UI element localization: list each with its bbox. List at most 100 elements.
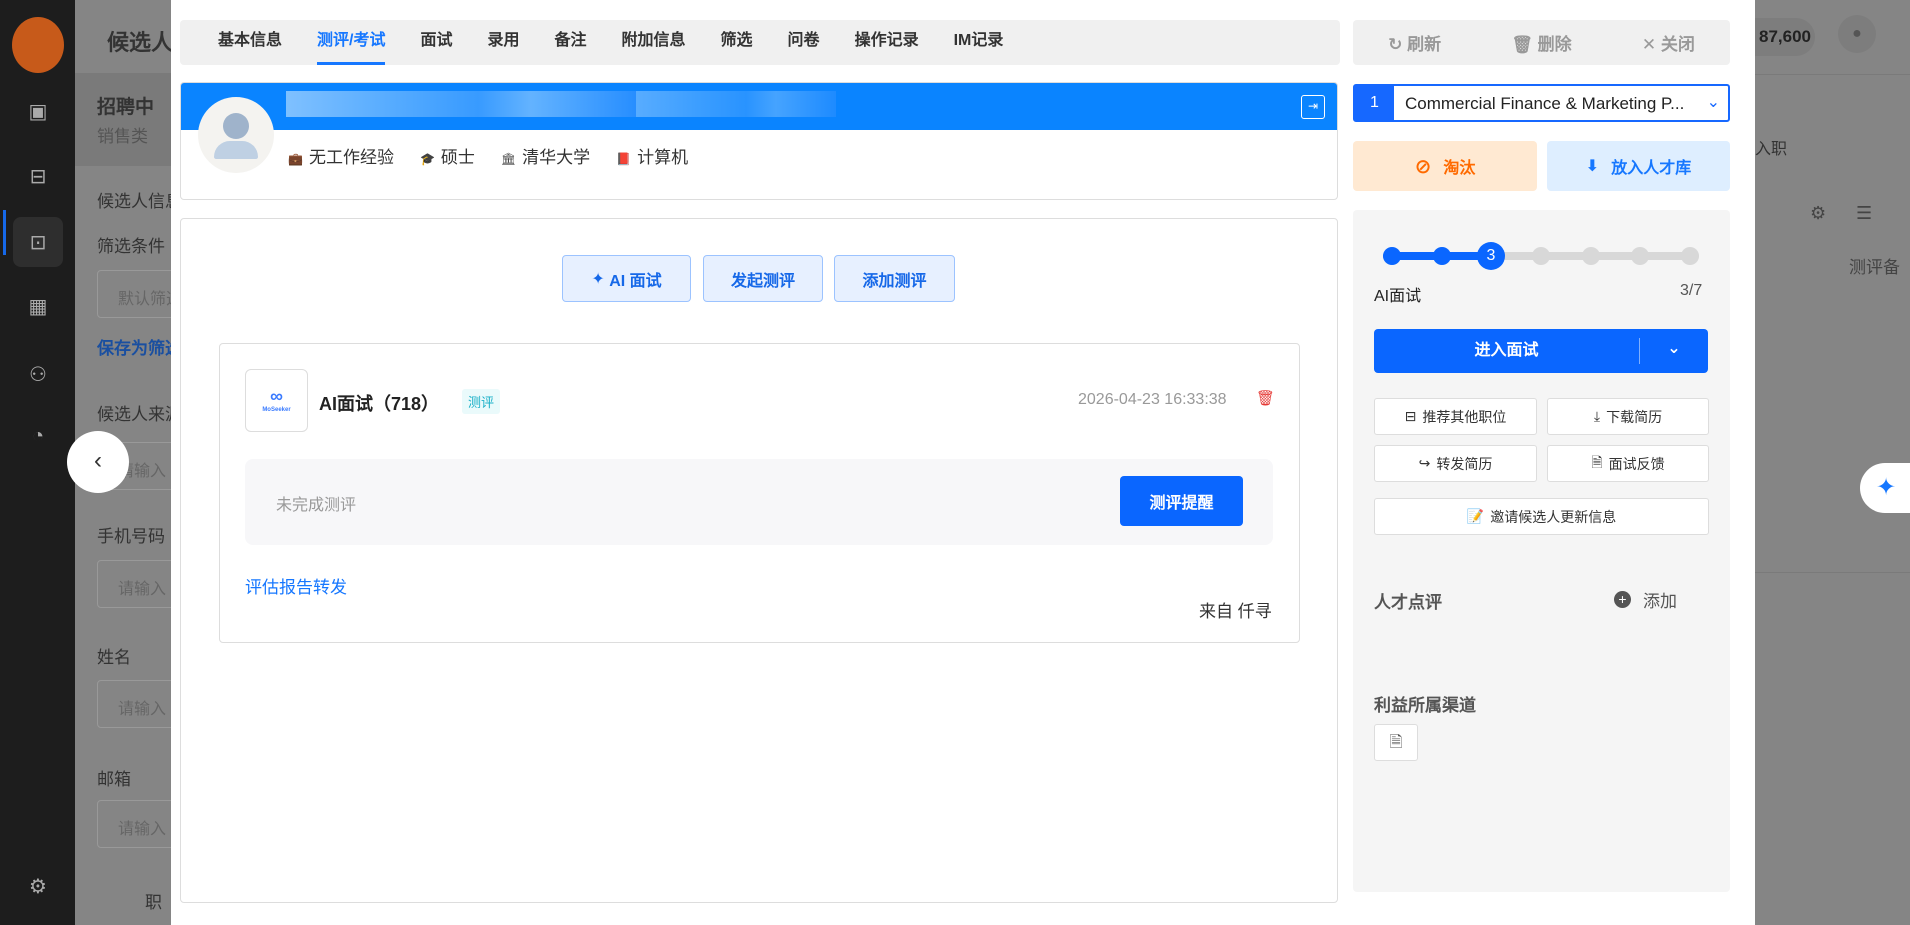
blurred-info xyxy=(636,91,836,117)
stage-ratio: 3/7 xyxy=(1680,282,1703,299)
tab-basic-info[interactable]: 基本信息 xyxy=(218,20,282,65)
bottom-text: 职 xyxy=(145,893,162,912)
download-icon: ⤓ xyxy=(1593,408,1601,424)
profile-avatar-icon[interactable]: ● xyxy=(1838,15,1876,53)
label: 邮箱 xyxy=(97,770,131,789)
refresh-button[interactable]: ↻ 刷新 xyxy=(1388,30,1441,55)
forward-resume-button[interactable]: ↪ 转发简历 xyxy=(1374,445,1537,482)
export-icon[interactable]: ⇥ xyxy=(1301,95,1325,119)
process-panel xyxy=(1353,210,1730,892)
profile-header: ⇥ xyxy=(181,83,1337,130)
assessment-status-box xyxy=(245,459,1273,545)
modal-actions: ↻ 刷新 🗑 删除 ✕ 关闭 xyxy=(1353,20,1730,65)
save-filter-link[interactable]: 保存为筛选 xyxy=(97,334,171,359)
tab-screening[interactable]: 筛选 xyxy=(721,20,753,65)
progress-step-dot xyxy=(1532,247,1550,265)
chevron-down-icon[interactable]: ⌄ xyxy=(1640,329,1708,373)
channel-title: 利益所属渠道 xyxy=(1374,696,1476,715)
refresh-label: 刷新 xyxy=(1407,35,1442,54)
tab-interview[interactable]: 面试 xyxy=(420,20,452,65)
filter-select[interactable]: 默认筛选 xyxy=(97,270,171,318)
ai-interview-button[interactable]: ✦ AI 面试 xyxy=(562,255,691,302)
phone-input[interactable]: 请输入 xyxy=(97,560,171,608)
plus-circle-icon: + xyxy=(1614,591,1631,608)
remind-button[interactable]: 测评提醒 xyxy=(1120,476,1243,526)
building-icon: 🏛 xyxy=(500,152,517,166)
tab-extra-info[interactable]: 附加信息 xyxy=(622,20,686,65)
briefcase-icon: 💼 xyxy=(288,152,303,166)
invite-update-button[interactable]: 📝 邀请候选人更新信息 xyxy=(1374,498,1709,535)
count-badge: 87,600 xyxy=(1755,18,1815,56)
current-step: 3 xyxy=(1477,242,1505,270)
briefcase-icon[interactable]: ⊟ xyxy=(22,160,54,192)
job-select[interactable]: 1 Commercial Finance & Marketing P... ⌄ xyxy=(1353,84,1730,122)
job-index: 1 xyxy=(1355,86,1394,120)
close-button[interactable]: ✕ 关闭 xyxy=(1642,30,1695,55)
column-header: 测评备 xyxy=(1849,258,1900,277)
form-edit-icon: 📝 xyxy=(1466,508,1485,524)
tab-notes[interactable]: 备注 xyxy=(555,20,587,65)
calendar-icon[interactable]: ▦ xyxy=(22,290,54,322)
profile-meta: 💼 无工作经验 🎓 硕士 🏛 清华大学 📕 计算机 xyxy=(288,143,688,168)
dashboard-icon[interactable]: ▣ xyxy=(22,95,54,127)
tab-operation-log[interactable]: 操作记录 xyxy=(855,20,919,65)
label: 姓名 xyxy=(97,648,131,667)
collapse-button[interactable]: ‹ xyxy=(67,431,129,493)
tab-assessment[interactable]: 测评/考试 xyxy=(317,20,386,65)
candidate-avatar xyxy=(198,97,274,173)
download-resume-button[interactable]: ⤓ 下载简历 xyxy=(1547,398,1709,435)
page-title: 候选人 xyxy=(107,30,171,55)
users-icon[interactable]: ⚇ xyxy=(22,358,54,390)
email-input[interactable]: 请输入 xyxy=(97,800,171,848)
delete-button[interactable]: 🗑 删除 xyxy=(1511,30,1571,55)
tab-im-log[interactable]: IM记录 xyxy=(954,20,1004,65)
enter-interview-button[interactable]: 进入面试 ⌄ xyxy=(1374,329,1708,373)
forward-report-link[interactable]: 评估报告转发 xyxy=(245,573,347,598)
blurred-name xyxy=(286,91,636,117)
user-avatar[interactable] xyxy=(12,17,64,73)
trash-icon[interactable]: 🗑 xyxy=(1256,389,1275,407)
add-assessment-button[interactable]: 添加测评 xyxy=(834,255,955,302)
start-assessment-button[interactable]: 发起测评 xyxy=(703,255,823,302)
progress-step-dot xyxy=(1383,247,1401,265)
pie-chart-icon[interactable]: ◔ xyxy=(22,420,54,452)
ai-assistant-button[interactable]: ✦ xyxy=(1860,463,1910,513)
talent-pool-button[interactable]: ⬇ 放入人才库 xyxy=(1547,141,1730,191)
major: 📕 计算机 xyxy=(616,148,689,167)
close-icon: ✕ xyxy=(1641,35,1661,54)
assessment-time: 2026-04-23 16:33:38 xyxy=(1078,391,1227,408)
close-label: 关闭 xyxy=(1660,35,1695,54)
interview-feedback-button[interactable]: 🗎 面试反馈 xyxy=(1547,445,1709,482)
profile-card: ⇥ xyxy=(180,82,1338,200)
add-review-button[interactable]: + 添加 xyxy=(1614,587,1677,612)
degree: 🎓 硕士 xyxy=(419,148,475,167)
file-edit-icon: 🗎 xyxy=(1591,453,1603,470)
list-icon[interactable]: ☰ xyxy=(1856,203,1872,224)
label: 手机号码 xyxy=(97,527,165,546)
label: 候选人来源 xyxy=(97,405,171,424)
experience: 💼 无工作经验 xyxy=(288,148,394,167)
assessment-tag: 测评 xyxy=(462,389,501,414)
ban-icon: ⊘ xyxy=(1414,155,1432,178)
edit-channel-button[interactable]: 🗎 xyxy=(1374,724,1418,761)
active-indicator xyxy=(3,210,6,255)
assessment-title: AI面试（718） xyxy=(319,394,440,414)
source-text: 来自 仟寻 xyxy=(1199,602,1272,621)
settings-icon[interactable]: ⚙ xyxy=(22,870,54,902)
progress-step-dot xyxy=(1581,247,1600,265)
tab-bar: 基本信息 测评/考试 面试 录用 备注 附加信息 筛选 问卷 操作记录 IM记录 xyxy=(180,20,1340,65)
delete-label: 删除 xyxy=(1537,35,1572,54)
tab-offer[interactable]: 录用 xyxy=(487,20,519,65)
label: 筛选条件 xyxy=(97,237,165,256)
background-right: 87,600 ● 入职 ⚙ ☰ 测评备 ✦ xyxy=(1755,0,1910,925)
school: 🏛 清华大学 xyxy=(500,148,591,167)
reject-button[interactable]: ⊘ 淘汰 xyxy=(1353,141,1537,191)
stage-name: AI面试 xyxy=(1374,288,1422,305)
tab-questionnaire[interactable]: 问卷 xyxy=(788,20,820,65)
recommend-job-button[interactable]: ⊟ 推荐其他职位 xyxy=(1374,398,1537,435)
name-input[interactable]: 请输入 xyxy=(97,680,171,728)
candidate-icon[interactable]: ⊡ xyxy=(13,217,63,267)
status-title: 招聘中 xyxy=(97,97,155,118)
chevron-down-icon: ⌄ xyxy=(1706,94,1720,111)
settings-icon[interactable]: ⚙ xyxy=(1810,203,1826,224)
